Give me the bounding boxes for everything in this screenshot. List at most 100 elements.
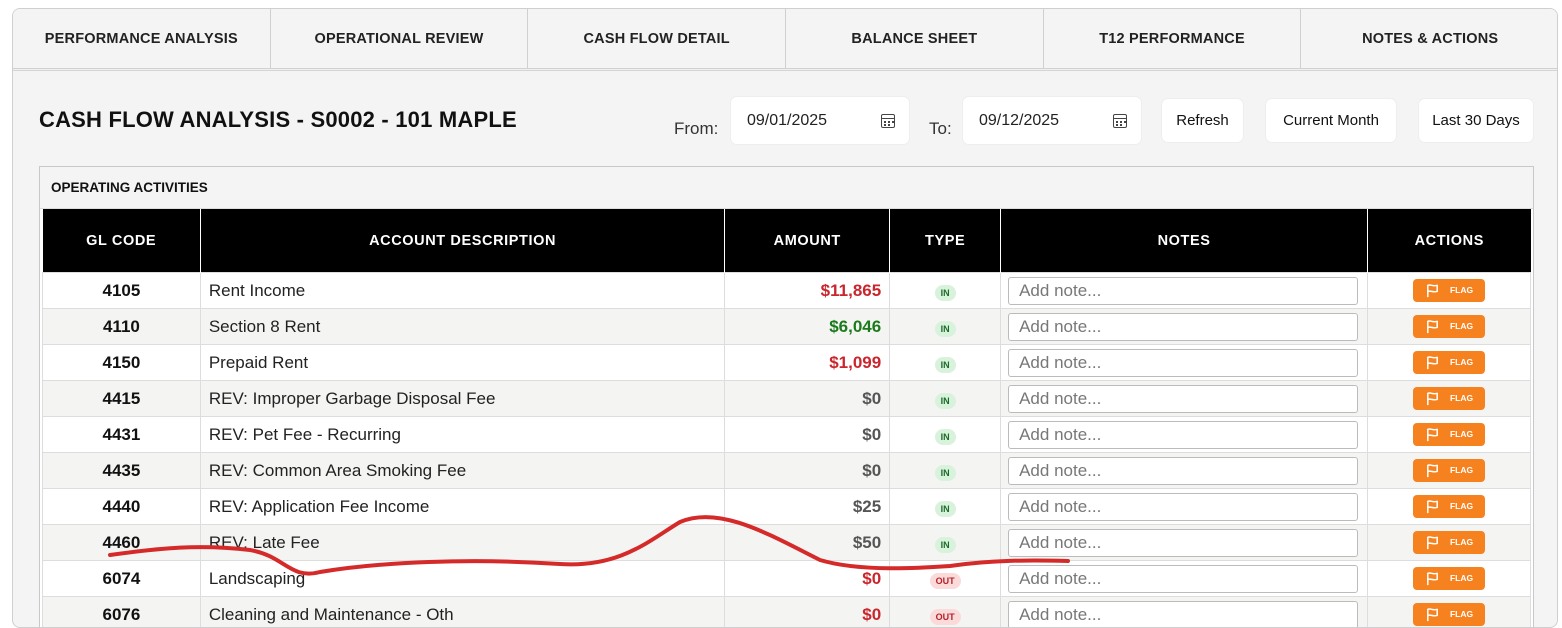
note-input[interactable] [1008, 349, 1358, 377]
col-notes: NOTES [1001, 209, 1368, 273]
flag-label: FLAG [1450, 357, 1473, 367]
calendar-icon[interactable] [881, 114, 895, 128]
flag-button[interactable]: FLAG [1413, 423, 1485, 446]
account-description: Landscaping [200, 561, 724, 597]
type-cell: IN [890, 309, 1001, 345]
type-cell: IN [890, 525, 1001, 561]
amount: $0 [725, 381, 890, 417]
gl-code: 4460 [43, 525, 201, 561]
current-month-button[interactable]: Current Month [1266, 99, 1396, 142]
last-30-days-button[interactable]: Last 30 Days [1419, 99, 1533, 142]
notes-cell [1001, 381, 1368, 417]
from-date-field[interactable]: 09/01/2025 [731, 97, 909, 144]
type-badge: IN [935, 321, 956, 337]
type-cell: OUT [890, 561, 1001, 597]
gl-code: 6074 [43, 561, 201, 597]
flag-icon [1425, 391, 1440, 406]
type-badge: OUT [930, 573, 961, 589]
flag-button[interactable]: FLAG [1413, 351, 1485, 374]
amount: $0 [725, 453, 890, 489]
amount: $0 [725, 597, 890, 628]
table-row: 4150Prepaid Rent$1,099 IN FLAG [43, 345, 1531, 381]
note-input[interactable] [1008, 493, 1358, 521]
notes-cell [1001, 597, 1368, 628]
actions-cell: FLAG [1368, 417, 1531, 453]
flag-icon [1425, 463, 1440, 478]
notes-cell [1001, 489, 1368, 525]
flag-button[interactable]: FLAG [1413, 279, 1485, 302]
notes-cell [1001, 453, 1368, 489]
flag-label: FLAG [1450, 321, 1473, 331]
flag-label: FLAG [1450, 393, 1473, 403]
col-amount: AMOUNT [725, 209, 890, 273]
flag-label: FLAG [1450, 465, 1473, 475]
calendar-icon[interactable] [1113, 114, 1127, 128]
refresh-button[interactable]: Refresh [1162, 99, 1243, 142]
note-input[interactable] [1008, 421, 1358, 449]
account-description: REV: Common Area Smoking Fee [200, 453, 724, 489]
flag-button[interactable]: FLAG [1413, 459, 1485, 482]
to-date-value: 09/12/2025 [979, 112, 1059, 130]
actions-cell: FLAG [1368, 345, 1531, 381]
type-cell: IN [890, 417, 1001, 453]
note-input[interactable] [1008, 565, 1358, 593]
actions-cell: FLAG [1368, 381, 1531, 417]
amount: $1,099 [725, 345, 890, 381]
table-row: 6074Landscaping$0 OUT FLAG [43, 561, 1531, 597]
account-description: Cleaning and Maintenance - Oth [200, 597, 724, 628]
gl-code: 4435 [43, 453, 201, 489]
flag-button[interactable]: FLAG [1413, 603, 1485, 626]
note-input[interactable] [1008, 529, 1358, 557]
account-description: Prepaid Rent [200, 345, 724, 381]
flag-button[interactable]: FLAG [1413, 567, 1485, 590]
amount: $50 [725, 525, 890, 561]
flag-button[interactable]: FLAG [1413, 315, 1485, 338]
tab-balance-sheet[interactable]: BALANCE SHEET [786, 9, 1044, 69]
col-account-description: ACCOUNT DESCRIPTION [200, 209, 724, 273]
tab-notes-actions[interactable]: NOTES & ACTIONS [1301, 9, 1558, 69]
flag-label: FLAG [1450, 285, 1473, 295]
account-description: REV: Late Fee [200, 525, 724, 561]
note-input[interactable] [1008, 601, 1358, 628]
actions-cell: FLAG [1368, 525, 1531, 561]
type-cell: IN [890, 489, 1001, 525]
flag-button[interactable]: FLAG [1413, 531, 1485, 554]
type-badge: IN [935, 285, 956, 301]
amount: $0 [725, 561, 890, 597]
to-label: To: [929, 119, 952, 139]
actions-cell: FLAG [1368, 561, 1531, 597]
tab-cash-flow-detail[interactable]: CASH FLOW DETAIL [528, 9, 786, 69]
flag-button[interactable]: FLAG [1413, 495, 1485, 518]
tab-t12-performance[interactable]: T12 PERFORMANCE [1044, 9, 1302, 69]
to-date-field[interactable]: 09/12/2025 [963, 97, 1141, 144]
gl-code: 4150 [43, 345, 201, 381]
table-row: 4460REV: Late Fee$50IN FLAG [43, 525, 1531, 561]
flag-button[interactable]: FLAG [1413, 387, 1485, 410]
tab-bar: PERFORMANCE ANALYSIS OPERATIONAL REVIEW … [13, 9, 1558, 71]
type-cell: IN [890, 345, 1001, 381]
tab-operational-review[interactable]: OPERATIONAL REVIEW [271, 9, 529, 69]
note-input[interactable] [1008, 385, 1358, 413]
table-row: 4440REV: Application Fee Income$25INFLAG [43, 489, 1531, 525]
flag-icon [1425, 355, 1440, 370]
flag-icon [1425, 607, 1440, 622]
from-label: From: [674, 119, 718, 139]
flag-label: FLAG [1450, 573, 1473, 583]
tab-performance-analysis[interactable]: PERFORMANCE ANALYSIS [13, 9, 271, 69]
flag-icon [1425, 319, 1440, 334]
col-gl-code: GL CODE [43, 209, 201, 273]
note-input[interactable] [1008, 277, 1358, 305]
note-input[interactable] [1008, 313, 1358, 341]
table-row: 4415REV: Improper Garbage Disposal Fee$0… [43, 381, 1531, 417]
gl-code: 4110 [43, 309, 201, 345]
amount: $11,865 [725, 273, 890, 309]
note-input[interactable] [1008, 457, 1358, 485]
type-cell: IN [890, 381, 1001, 417]
amount: $0 [725, 417, 890, 453]
actions-cell: FLAG [1368, 309, 1531, 345]
type-badge: IN [935, 357, 956, 373]
page-title: CASH FLOW ANALYSIS - S0002 - 101 MAPLE [39, 107, 517, 133]
gl-code: 6076 [43, 597, 201, 628]
flag-icon [1425, 571, 1440, 586]
actions-cell: FLAG [1368, 453, 1531, 489]
